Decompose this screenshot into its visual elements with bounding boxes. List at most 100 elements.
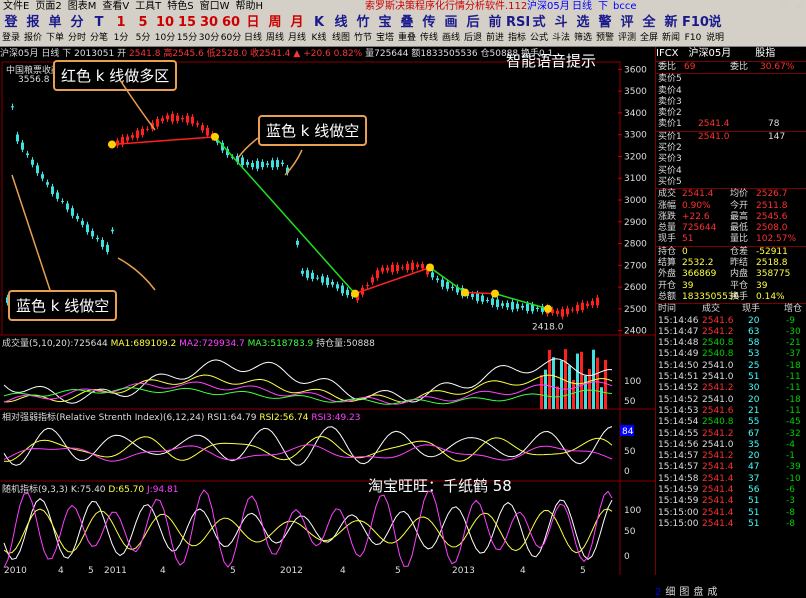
x-axis-label: 5: [88, 566, 94, 575]
toolbar-button-9[interactable]: 30 30分: [198, 14, 220, 46]
symbol-code[interactable]: bcce: [613, 0, 637, 14]
x-axis-label: 5: [580, 566, 586, 575]
signal-marker: [544, 304, 552, 313]
toolbar-button-31[interactable]: F10 F10: [682, 14, 709, 46]
toolbar-button-25[interactable]: 斗斗法: [550, 14, 572, 46]
toolbar-button-28[interactable]: 评评测: [616, 14, 638, 46]
toolbar: 登登录报报价单下单分分时 T 分笔 1 1分 5 5分 10 10分 15 15分 30 30分 60 60…: [0, 14, 806, 47]
toolbar-label-25: 斗法: [551, 33, 570, 43]
symbol-nav[interactable]: 下: [598, 0, 608, 14]
toolbar-button-1[interactable]: 报报价: [22, 14, 44, 46]
toolbar-button-16[interactable]: 竹竹节: [352, 14, 374, 46]
toolbar-button-29[interactable]: 全全屏: [638, 14, 660, 46]
toolbar-button-4[interactable]: T 分笔: [88, 14, 110, 46]
tick-row: 15:14:57 2541.2 20 -1: [658, 451, 795, 462]
bid-row: 买价3: [658, 154, 682, 165]
toolbar-button-6[interactable]: 5 5分: [132, 14, 154, 46]
toolbar-button-0[interactable]: 登登录: [0, 14, 22, 46]
tick-row: 15:15:00 2541.4 51 -8: [658, 507, 795, 518]
toolbar-button-24[interactable]: 式公式: [528, 14, 550, 46]
toolbar-label-5: 1分: [113, 33, 129, 43]
toolbar-button-19[interactable]: 传传线: [418, 14, 440, 46]
toolbar-button-3[interactable]: 分分时: [66, 14, 88, 46]
minimize-icon[interactable]: _: [765, 1, 776, 12]
toolbar-label-32: 说明: [705, 33, 724, 43]
symbol-name[interactable]: 沪深05月: [527, 0, 570, 14]
stat2-row: 结算 2532.2 昨结 2518.8: [658, 258, 788, 269]
menu-item-3[interactable]: 查看V: [99, 0, 132, 14]
toolbar-button-23[interactable]: RSI 指标: [506, 14, 530, 46]
toolbar-button-30[interactable]: 新新闻: [660, 14, 682, 46]
toolbar-label-13: 月线: [287, 33, 306, 43]
toolbar-button-14[interactable]: K K线: [308, 14, 330, 46]
tick-row: 15:14:54 2540.8 55 -45: [658, 417, 801, 428]
toolbar-button-2[interactable]: 单下单: [44, 14, 66, 46]
kdj-axis-100: 100: [624, 506, 641, 516]
menu-item-2[interactable]: 图表M: [65, 0, 100, 14]
toolbar-icon-11: 日: [246, 15, 260, 30]
toolbar-button-27[interactable]: 警预警: [594, 14, 616, 46]
toolbar-icon-5: 1: [116, 15, 126, 30]
bid-row: 买价4: [658, 165, 682, 176]
candle-body: [496, 299, 499, 307]
toolbar-button-22[interactable]: 前前进: [484, 14, 506, 46]
toolbar-button-10[interactable]: 60 60分: [220, 14, 242, 46]
candle-body: [176, 115, 179, 121]
toolbar-button-21[interactable]: 后后退: [462, 14, 484, 46]
price-tick-label: 2600: [624, 283, 647, 293]
volume-bar: [564, 349, 567, 409]
toolbar-button-13[interactable]: 月月线: [286, 14, 308, 46]
menu-item-5[interactable]: 特色S: [164, 0, 196, 14]
toolbar-label-16: 竹节: [353, 33, 372, 43]
stat2-row: 总额 1833505536 换手 0.14%: [658, 291, 785, 302]
quote-webi-row: 委比 69 委比 30.67%: [656, 61, 806, 73]
toolbar-icon-18: 叠: [400, 15, 414, 30]
toolbar-icon-22: 前: [488, 15, 502, 30]
bottom-tab-0[interactable]: 2: [655, 587, 661, 598]
candle-body: [586, 303, 589, 306]
bottom-tab-1[interactable]: 细: [665, 587, 675, 598]
menu-item-0[interactable]: 文件E: [0, 0, 32, 14]
candle-body: [571, 309, 574, 311]
toolbar-button-18[interactable]: 叠重叠: [396, 14, 418, 46]
toolbar-icon-24: 式: [532, 15, 546, 30]
tick-row: 15:14:48 2540.8 58 -21: [658, 338, 801, 349]
candle-body: [566, 308, 569, 315]
toolbar-button-5[interactable]: 1 1分: [110, 14, 132, 46]
annotation-blue-short-top: 蓝色 k 线做空: [258, 115, 368, 146]
toolbar-button-11[interactable]: 日日线: [242, 14, 264, 46]
ask-row: 卖价5: [658, 74, 682, 85]
candle-body: [201, 125, 204, 131]
bottom-tab-4[interactable]: 成: [707, 587, 717, 598]
quote-tab[interactable]: 股指: [755, 48, 775, 59]
info-change: +20.6: [303, 49, 331, 59]
toolbar-button-32[interactable]: 说说明: [704, 14, 726, 46]
toolbar-button-26[interactable]: 选筛选: [572, 14, 594, 46]
symbol-period[interactable]: 日线: [572, 0, 592, 14]
toolbar-button-8[interactable]: 15 15分: [176, 14, 198, 46]
candle-body: [491, 298, 494, 305]
stat-row: 现手 51 量比 102.57%: [658, 234, 797, 245]
menu-item-7[interactable]: 帮助H: [233, 0, 267, 14]
toolbar-button-17[interactable]: 宝宝塔: [374, 14, 396, 46]
toolbar-button-15[interactable]: 线线图: [330, 14, 352, 46]
info-open-label: 开: [117, 49, 127, 59]
toolbar-icon-9: 30: [199, 15, 219, 30]
bottom-tab-2[interactable]: 图: [679, 587, 689, 598]
toolbar-button-20[interactable]: 画画线: [440, 14, 462, 46]
ask-row: 卖价1 2541.4 78: [658, 119, 780, 130]
menu-item-6[interactable]: 窗口W: [197, 0, 233, 14]
menu-item-4[interactable]: 工具T: [132, 0, 164, 14]
info-nav: 下: [62, 49, 72, 59]
restore-icon[interactable]: ▭: [776, 1, 791, 12]
candle-body: [561, 309, 564, 317]
toolbar-button-7[interactable]: 10 10分: [154, 14, 176, 46]
toolbar-button-12[interactable]: 周周线: [264, 14, 286, 46]
x-axis-label: 2010: [4, 566, 27, 575]
menu-item-1[interactable]: 页面2: [32, 0, 64, 14]
close-icon[interactable]: ✕: [792, 1, 806, 12]
x-axis-label: 2011: [104, 566, 127, 575]
toolbar-icon-12: 周: [268, 15, 282, 30]
price-tick-label: 2900: [624, 218, 647, 228]
bottom-tab-3[interactable]: 盘: [693, 587, 703, 598]
